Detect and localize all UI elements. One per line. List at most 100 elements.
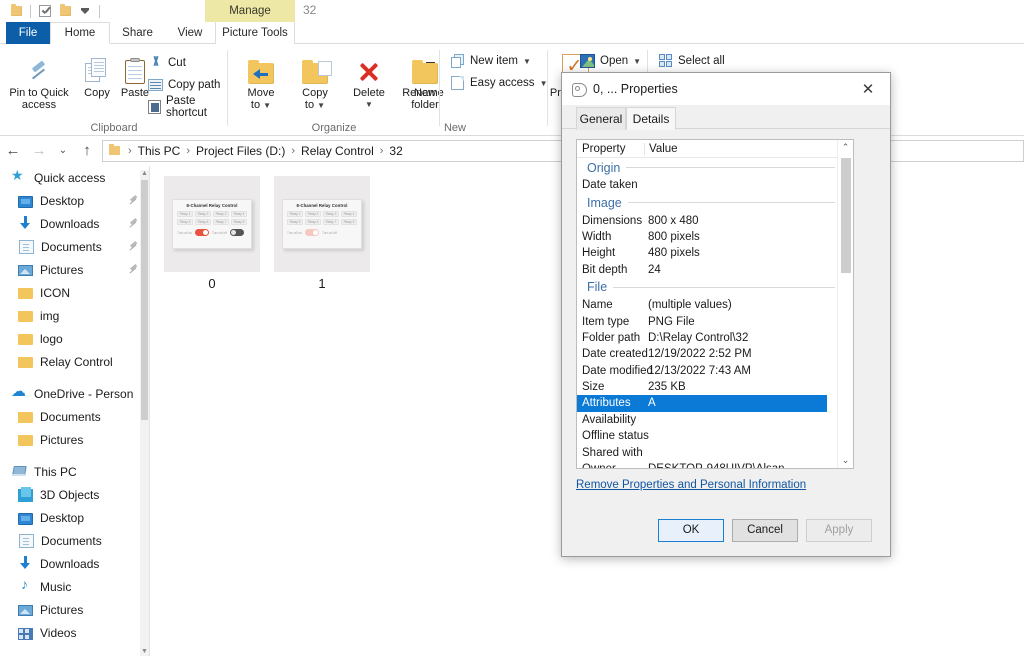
- properties-row[interactable]: Bit depth 24: [577, 262, 853, 278]
- cut-button[interactable]: Cut: [148, 54, 186, 72]
- forward-button[interactable]: →: [26, 139, 52, 163]
- pictures-icon: [18, 605, 33, 616]
- close-icon[interactable]: ✕: [846, 73, 890, 105]
- delete-button[interactable]: Delete ▼: [342, 50, 396, 111]
- breadcrumb-item-relay-control[interactable]: Relay Control: [301, 144, 374, 158]
- dialog-title-bar[interactable]: 0, ... Properties ✕: [562, 73, 890, 105]
- copy-to-button[interactable]: Copy to ▼: [288, 50, 342, 112]
- breadcrumb-item-32[interactable]: 32: [389, 144, 402, 158]
- copy-to-caret-icon[interactable]: ▼: [317, 101, 325, 110]
- properties-list[interactable]: Property Value Origin Date taken Image Dime…: [576, 139, 854, 469]
- nav-scroll-thumb[interactable]: [141, 180, 148, 420]
- properties-list-scrollbar[interactable]: ⌃ ⌄: [837, 140, 853, 468]
- properties-row[interactable]: Height 480 pixels: [577, 245, 853, 261]
- nav-item-relay-control[interactable]: Relay Control: [0, 350, 150, 373]
- nav-item-onedrive-person[interactable]: OneDrive - Person: [0, 382, 150, 405]
- nav-item-img[interactable]: img: [0, 304, 150, 327]
- nav-item-documents[interactable]: Documents: [0, 529, 150, 552]
- nav-item-pictures[interactable]: Pictures: [0, 258, 150, 281]
- properties-check-icon[interactable]: [35, 1, 55, 21]
- file-item[interactable]: 8-Channel Relay Control Relay 1 Relay 2 Rel…: [164, 176, 260, 296]
- nav-item-desktop[interactable]: Desktop: [0, 506, 150, 529]
- tab-details[interactable]: Details: [626, 107, 676, 130]
- properties-row[interactable]: Date modified 12/13/2022 7:43 AM: [577, 363, 853, 379]
- breadcrumb-item-this-pc[interactable]: This PC: [138, 144, 181, 158]
- properties-row[interactable]: Shared with: [577, 444, 853, 460]
- properties-row[interactable]: Date created 12/19/2022 2:52 PM: [577, 346, 853, 362]
- up-button[interactable]: ↑: [74, 139, 100, 163]
- nav-item-pictures[interactable]: Pictures: [0, 428, 150, 451]
- new-folder-icon[interactable]: [55, 1, 75, 21]
- properties-row[interactable]: Item type PNG File: [577, 313, 853, 329]
- tab-picture-tools[interactable]: Picture Tools: [215, 22, 295, 44]
- pin-icon[interactable]: [129, 219, 138, 228]
- context-tab-manage[interactable]: Manage: [205, 0, 295, 22]
- properties-row[interactable]: Size 235 KB: [577, 379, 853, 395]
- scroll-up-icon[interactable]: ⌃: [838, 140, 853, 155]
- nav-scroll-up-icon[interactable]: ▲: [141, 170, 148, 178]
- nav-item-documents[interactable]: Documents: [0, 235, 150, 258]
- nav-item-icon[interactable]: ICON: [0, 281, 150, 304]
- delete-caret-icon[interactable]: ▼: [342, 99, 396, 111]
- ok-button[interactable]: OK: [658, 518, 724, 542]
- properties-row[interactable]: OwnerDESKTOP-948UIVP\Alsan: [577, 461, 853, 468]
- tab-home[interactable]: Home: [50, 22, 110, 44]
- pin-icon[interactable]: [129, 196, 138, 205]
- properties-row[interactable]: Folder path D:\Relay Control\32: [577, 330, 853, 346]
- pin-icon[interactable]: [129, 242, 138, 251]
- back-button[interactable]: ←: [0, 139, 26, 163]
- nav-scroll-down-icon[interactable]: ▼: [141, 648, 148, 656]
- properties-section-header: Image: [577, 193, 853, 212]
- cancel-button[interactable]: Cancel: [732, 518, 798, 542]
- nav-item-quick-access[interactable]: Quick access: [0, 166, 150, 189]
- new-item-caret-icon[interactable]: ▼: [523, 57, 531, 66]
- tab-general[interactable]: General: [576, 107, 626, 130]
- tab-file[interactable]: File: [6, 22, 50, 44]
- navigation-pane[interactable]: Quick access Desktop Downloads Documents Pic…: [0, 166, 150, 656]
- pin-to-quick-access-button[interactable]: Pin to Quick access: [8, 50, 70, 111]
- properties-row[interactable]: Availability: [577, 412, 853, 428]
- nav-item-label: OneDrive - Person: [34, 386, 134, 401]
- recent-locations-button[interactable]: ⌄: [52, 139, 74, 163]
- nav-item-this-pc[interactable]: This PC: [0, 460, 150, 483]
- properties-row[interactable]: Dimensions 800 x 480: [577, 212, 853, 228]
- customize-caret-icon[interactable]: [75, 1, 95, 21]
- new-item-button[interactable]: New item ▼: [450, 52, 531, 70]
- properties-row[interactable]: Offline status: [577, 428, 853, 444]
- tab-view[interactable]: View: [165, 22, 215, 44]
- properties-row-selected[interactable]: Attributes A: [577, 395, 827, 412]
- preview-relay-cell: Relay 4: [231, 211, 247, 217]
- properties-row[interactable]: Name (multiple values): [577, 297, 853, 313]
- navigation-pane-scrollbar[interactable]: ▲ ▼: [140, 170, 149, 656]
- nav-item-logo[interactable]: logo: [0, 327, 150, 350]
- scroll-thumb[interactable]: [841, 158, 851, 273]
- properties-row[interactable]: Date taken: [577, 177, 853, 193]
- select-all-button[interactable]: Select all: [658, 52, 725, 70]
- open-caret-icon[interactable]: ▼: [633, 57, 641, 66]
- star-icon: [11, 167, 27, 185]
- properties-row[interactable]: Width 800 pixels: [577, 229, 853, 245]
- dialog-tab-bar: General Details: [562, 107, 890, 130]
- open-button[interactable]: Open ▼: [580, 52, 641, 70]
- move-to-button[interactable]: Move to ▼: [234, 50, 288, 112]
- nav-item-pictures[interactable]: Pictures: [0, 598, 150, 621]
- easy-access-button[interactable]: Easy access ▼: [450, 74, 547, 92]
- remove-properties-link[interactable]: Remove Properties and Personal Informati…: [576, 479, 876, 491]
- nav-item-downloads[interactable]: Downloads: [0, 212, 150, 235]
- nav-item-desktop[interactable]: Desktop: [0, 189, 150, 212]
- nav-item-downloads[interactable]: Downloads: [0, 552, 150, 575]
- new-folder-button[interactable]: New folder: [398, 50, 452, 111]
- move-to-caret-icon[interactable]: ▼: [263, 101, 271, 110]
- pin-icon[interactable]: [129, 265, 138, 274]
- breadcrumb-item-project-files[interactable]: Project Files (D:): [196, 144, 285, 158]
- scroll-down-icon[interactable]: ⌄: [838, 453, 853, 468]
- nav-item-videos[interactable]: Videos: [0, 621, 150, 644]
- copy-path-button[interactable]: Copy path: [148, 76, 220, 94]
- nav-item-documents[interactable]: Documents: [0, 405, 150, 428]
- nav-item-music[interactable]: Music: [0, 575, 150, 598]
- tab-share[interactable]: Share: [110, 22, 165, 44]
- folder-icon[interactable]: [6, 1, 26, 21]
- paste-shortcut-button[interactable]: Paste shortcut: [148, 95, 228, 119]
- file-item[interactable]: 8-Channel Relay Control Relay 1 Relay 2 Rel…: [274, 176, 370, 296]
- nav-item-3d-objects[interactable]: 3D Objects: [0, 483, 150, 506]
